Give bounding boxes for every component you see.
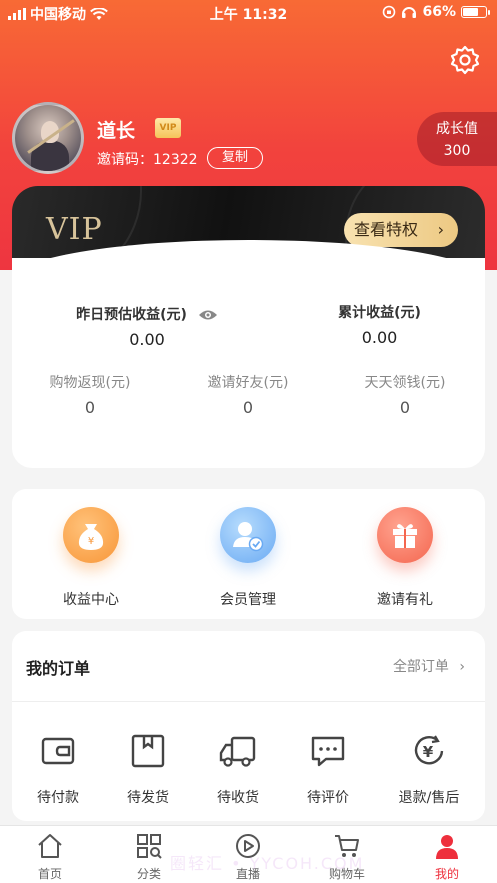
total-earnings: 累计收益(元) 0.00 bbox=[302, 302, 457, 347]
order-pending-review[interactable]: 待评价 bbox=[283, 731, 373, 807]
order-pending-payment[interactable]: 待付款 bbox=[13, 731, 103, 807]
category-icon bbox=[137, 834, 162, 859]
order-refund-aftersale[interactable]: ¥ 退款/售后 bbox=[383, 731, 475, 807]
username: 道长 bbox=[97, 120, 136, 142]
yesterday-earnings-label: 昨日预估收益(元) bbox=[76, 307, 187, 323]
quick-item-invite-gift[interactable]: 邀请有礼 bbox=[345, 507, 465, 609]
stat-value: 0 bbox=[84, 398, 96, 417]
watermark: 圈轻汇 • YYCOH.COM bbox=[170, 854, 365, 873]
stat-label: 邀请好友(元) bbox=[207, 375, 289, 391]
svg-text:¥: ¥ bbox=[423, 743, 434, 761]
order-label: 退款/售后 bbox=[398, 790, 460, 806]
battery-icon bbox=[461, 6, 490, 18]
status-bar: 中国移动 上午 11:32 66% bbox=[0, 0, 497, 26]
refund-icon: ¥ bbox=[414, 735, 444, 765]
privilege-label: 查看特权 bbox=[354, 220, 419, 239]
chevron-right-icon: › bbox=[459, 659, 465, 675]
chevron-right-icon: › bbox=[437, 220, 444, 239]
orientation-lock-icon bbox=[383, 5, 396, 19]
quick-item-earnings-center[interactable]: ¥ 收益中心 bbox=[31, 507, 151, 609]
eye-icon[interactable] bbox=[198, 308, 218, 322]
profile-section: 道长 VIP 邀请码：12322 复制 bbox=[12, 102, 392, 176]
order-pending-shipment[interactable]: 待发货 bbox=[103, 731, 193, 807]
all-orders-link[interactable]: 全部订单 › bbox=[393, 656, 465, 676]
battery-percent: 66% bbox=[422, 4, 456, 20]
vip-card-title: VIP bbox=[46, 212, 103, 247]
quick-item-label: 收益中心 bbox=[63, 592, 119, 608]
headphones-icon bbox=[402, 7, 417, 18]
status-right: 66% bbox=[382, 4, 490, 20]
stat-label: 天天领钱(元) bbox=[364, 375, 446, 391]
order-label: 待发货 bbox=[127, 790, 169, 806]
tab-home[interactable]: 首页 bbox=[10, 832, 90, 882]
all-orders-label: 全部订单 bbox=[392, 659, 449, 675]
stat-label: 购物返现(元) bbox=[49, 375, 131, 391]
profile-icon bbox=[436, 835, 458, 859]
quick-item-label: 会员管理 bbox=[220, 592, 276, 608]
avatar[interactable] bbox=[12, 102, 84, 174]
orders-card: 我的订单 全部订单 › 待付款 待发货 待收货 待评价 ¥ 退款/售后 bbox=[12, 631, 485, 821]
money-bag-icon: ¥ bbox=[63, 507, 119, 563]
comment-icon bbox=[311, 736, 345, 767]
gear-icon[interactable] bbox=[449, 44, 481, 76]
growth-value-badge[interactable]: 成长值 300 bbox=[417, 112, 497, 166]
invite-code: 邀请码：12322 bbox=[97, 152, 198, 168]
growth-label: 成长值 bbox=[436, 121, 478, 137]
quick-item-member-management[interactable]: 会员管理 bbox=[188, 507, 308, 609]
copy-button[interactable]: 复制 bbox=[207, 147, 263, 169]
vip-badge: VIP bbox=[155, 118, 181, 138]
wallet-icon bbox=[41, 737, 75, 765]
stat-value: 0 bbox=[242, 398, 254, 417]
growth-value: 300 bbox=[443, 143, 471, 159]
tab-label: 首页 bbox=[37, 867, 62, 881]
tab-label: 我的 bbox=[434, 867, 459, 881]
box-icon bbox=[131, 734, 165, 768]
quick-item-label: 邀请有礼 bbox=[377, 592, 433, 608]
stat-daily-money[interactable]: 天天领钱(元) 0 bbox=[345, 372, 465, 417]
total-earnings-value: 0.00 bbox=[361, 328, 398, 347]
earnings-card: 昨日预估收益(元) 0.00 累计收益(元) 0.00 购物返现(元) 0 邀请… bbox=[12, 240, 485, 468]
member-icon bbox=[220, 507, 276, 563]
gift-icon bbox=[377, 507, 433, 563]
orders-title: 我的订单 bbox=[26, 659, 91, 678]
order-pending-receipt[interactable]: 待收货 bbox=[193, 731, 283, 807]
home-icon bbox=[38, 834, 62, 858]
yesterday-earnings: 昨日预估收益(元) 0.00 bbox=[52, 304, 242, 349]
tab-profile[interactable]: 我的 bbox=[407, 832, 487, 882]
stat-shopping-cashback[interactable]: 购物返现(元) 0 bbox=[30, 372, 150, 417]
stat-value: 0 bbox=[399, 398, 411, 417]
total-earnings-label: 累计收益(元) bbox=[338, 305, 421, 321]
order-label: 待收货 bbox=[217, 790, 259, 806]
yesterday-earnings-value: 0.00 bbox=[129, 330, 165, 349]
view-privileges-button[interactable]: 查看特权 › bbox=[344, 213, 458, 247]
order-label: 待评价 bbox=[307, 790, 349, 806]
order-label: 待付款 bbox=[37, 790, 79, 806]
divider bbox=[12, 701, 485, 702]
stat-invite-friends[interactable]: 邀请好友(元) 0 bbox=[188, 372, 308, 417]
svg-text:¥: ¥ bbox=[88, 536, 94, 547]
truck-icon bbox=[219, 736, 256, 767]
quick-menu: ¥ 收益中心 会员管理 邀请有礼 bbox=[12, 489, 485, 619]
